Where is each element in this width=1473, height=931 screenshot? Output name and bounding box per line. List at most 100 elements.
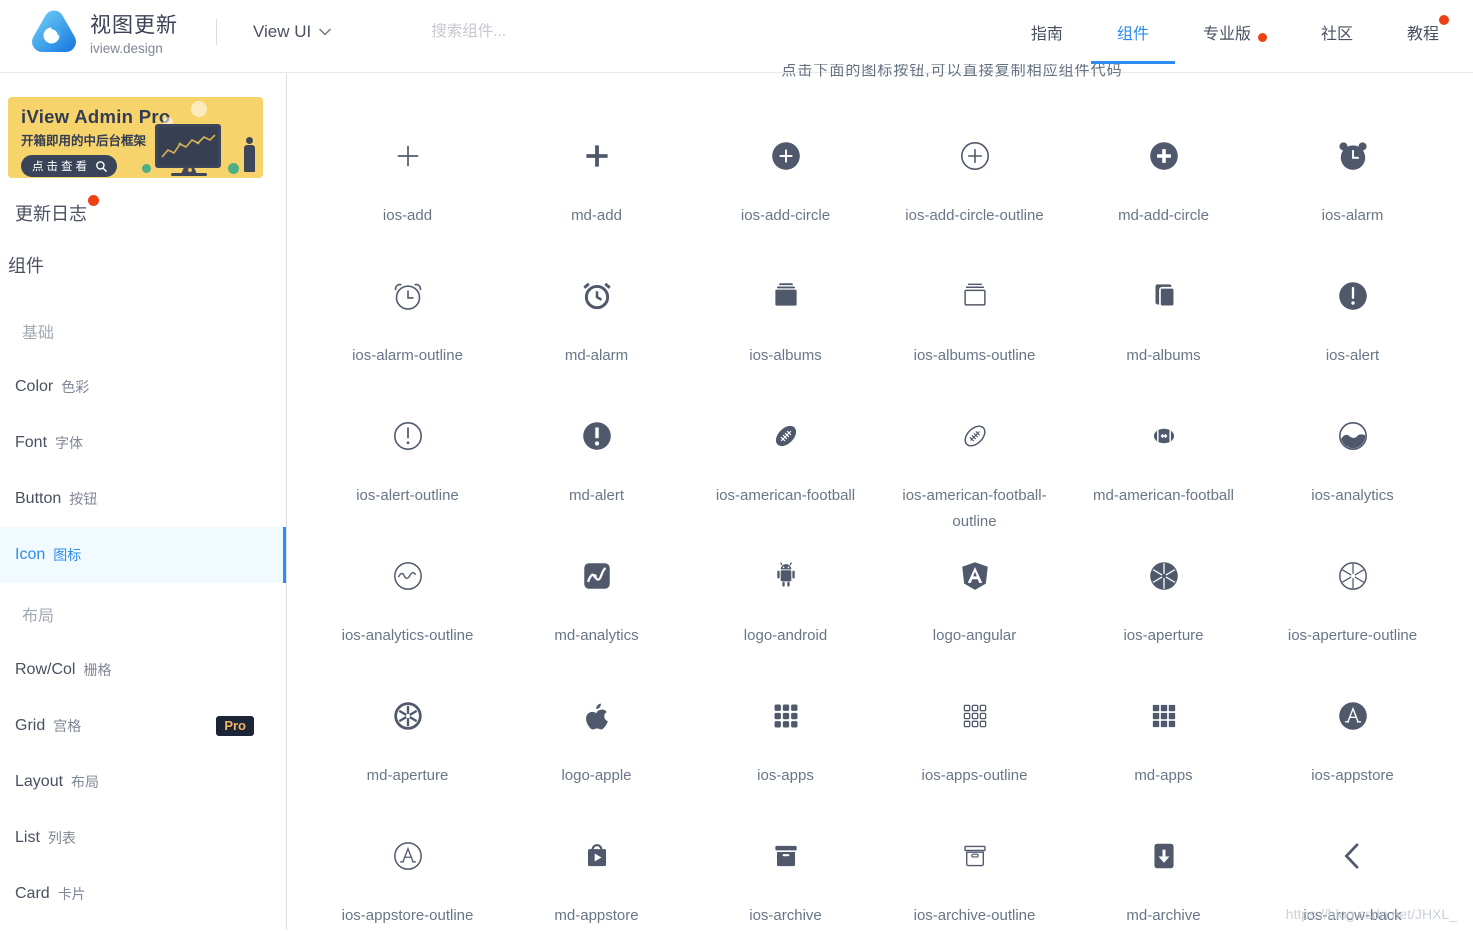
icon-cell-md-apps[interactable]: md-apps [1069,649,1258,789]
nav-item-社区[interactable]: 社区 [1321,0,1353,64]
icon-label: ios-aperture [1123,627,1204,644]
icon-cell-ios-add-circle-outline[interactable]: ios-add-circle-outline [880,89,1069,229]
ios-aperture-outline-icon [1336,559,1370,593]
nav-item-专业版[interactable]: 专业版 [1203,0,1267,64]
icon-cell-ios-aperture-outline[interactable]: ios-aperture-outline [1258,509,1447,649]
sidebar-item-changelog[interactable]: 更新日志 [0,192,286,234]
icon-label: ios-appstore [1311,767,1394,784]
icon-cell-md-archive[interactable]: md-archive [1069,789,1258,929]
admin-pro-banner[interactable]: iView Admin Pro 开箱即用的中后台框架 点击查看 [8,97,263,178]
icon-cell-md-aperture[interactable]: md-aperture [313,649,502,789]
magnifier-icon [96,160,107,172]
icon-label: ios-arrow-back [1303,907,1402,924]
icon-cell-ios-alarm[interactable]: ios-alarm [1258,89,1447,229]
icon-cell-md-american-football[interactable]: md-american-football [1069,369,1258,509]
icon-cell-ios-analytics[interactable]: ios-analytics [1258,369,1447,509]
icon-label: ios-archive-outline [913,907,1036,924]
icon-cell-md-alarm[interactable]: md-alarm [502,229,691,369]
iview-logo-icon [32,10,76,52]
banner-deco-circle [191,101,207,117]
icon-cell-logo-apple[interactable]: logo-apple [502,649,691,789]
icon-cell-ios-appstore[interactable]: ios-appstore [1258,649,1447,789]
monitor-base [171,173,207,176]
sidebar-item-font[interactable]: Font 字体 [0,415,286,471]
search-input[interactable] [431,23,732,41]
menu-item-zh: 栅格 [83,662,112,678]
icon-cell-ios-archive-outline[interactable]: ios-archive-outline [880,789,1069,929]
icon-label: logo-android [743,627,828,644]
icon-cell-ios-alarm-outline[interactable]: ios-alarm-outline [313,229,502,369]
icon-label: ios-aperture-outline [1287,627,1418,644]
icon-cell-ios-albums[interactable]: ios-albums [691,229,880,369]
changelog-red-dot [88,195,99,206]
banner-title: iView Admin Pro [21,106,171,127]
ios-alert-outline-icon [391,419,425,453]
icon-cell-ios-add-circle[interactable]: ios-add-circle [691,89,880,229]
banner-view-button[interactable]: 点击查看 [21,155,117,177]
icon-cell-ios-apps[interactable]: ios-apps [691,649,880,789]
logo[interactable]: 视图更新 iview.design [30,8,178,56]
sidebar-item-button[interactable]: Button 按钮 [0,471,286,527]
sidebar-item-row-col[interactable]: Row/Col 栅格 [0,642,286,698]
icon-cell-md-appstore[interactable]: md-appstore [502,789,691,929]
icon-cell-ios-apps-outline[interactable]: ios-apps-outline [880,649,1069,789]
sidebar-item-color[interactable]: Color 色彩 [0,359,286,415]
nav-item-label: 教程 [1406,26,1439,43]
logo-title: 视图更新 [90,13,178,37]
icon-label: md-albums [1126,347,1201,364]
icon-label: ios-add-circle [740,207,831,224]
icon-cell-md-alert[interactable]: md-alert [502,369,691,509]
icon-label: md-alert [568,487,624,504]
nav-item-教程[interactable]: 教程 [1406,0,1449,64]
ios-add-circle-outline-icon [958,139,992,173]
icon-label: ios-archive [749,907,822,924]
sidebar-item-list[interactable]: List 列表 [0,810,286,866]
ios-apps-icon [769,699,803,733]
ios-arrow-back-icon [1336,839,1370,873]
nav-item-指南[interactable]: 指南 [1031,0,1063,64]
nav-item-label: 专业版 [1202,26,1251,43]
sidebar-item-card[interactable]: Card 卡片 [0,866,286,922]
icon-label: md-appstore [554,907,639,924]
menu-item-en: Layout [15,773,64,790]
sidebar: iView Admin Pro 开箱即用的中后台框架 点击查看 更新日志 组件 … [0,73,287,930]
icon-cell-ios-archive[interactable]: ios-archive [691,789,880,929]
icon-cell-logo-android[interactable]: logo-android [691,509,880,649]
icon-cell-ios-analytics-outline[interactable]: ios-analytics-outline [313,509,502,649]
nav-item-组件[interactable]: 组件 [1117,0,1149,64]
md-analytics-icon [580,559,614,593]
sidebar-item-layout[interactable]: Layout 布局 [0,754,286,810]
icon-cell-ios-arrow-back[interactable]: ios-arrow-back [1258,789,1447,929]
icon-label: md-analytics [554,627,639,644]
sidebar-item-grid[interactable]: Grid 宫格 Pro [0,698,286,754]
icon-cell-ios-alert-outline[interactable]: ios-alert-outline [313,369,502,509]
icon-cell-md-add[interactable]: md-add [502,89,691,229]
ios-analytics-outline-icon [391,559,425,593]
icon-cell-md-albums[interactable]: md-albums [1069,229,1258,369]
icon-label: md-aperture [366,767,449,784]
icon-label: ios-alarm [1321,207,1384,224]
icon-cell-ios-alert[interactable]: ios-alert [1258,229,1447,369]
icon-cell-logo-angular[interactable]: logo-angular [880,509,1069,649]
icon-label: ios-analytics-outline [341,627,474,644]
md-archive-icon [1147,839,1181,873]
banner-button-label: 点击查看 [32,161,90,173]
md-aperture-icon [391,699,425,733]
icon-cell-ios-appstore-outline[interactable]: ios-appstore-outline [313,789,502,929]
md-american-football-icon [1147,419,1181,453]
version-dropdown[interactable]: View UI [253,22,332,42]
icon-cell-md-add-circle[interactable]: md-add-circle [1069,89,1258,229]
sidebar-item-icon[interactable]: Icon 图标 [0,527,286,583]
icon-cell-ios-albums-outline[interactable]: ios-albums-outline [880,229,1069,369]
md-add-icon [580,139,614,173]
ios-alert-icon [1336,279,1370,313]
icon-label: ios-albums-outline [913,347,1036,364]
icon-cell-md-analytics[interactable]: md-analytics [502,509,691,649]
icon-cell-ios-add[interactable]: ios-add [313,89,502,229]
person-illustration [244,145,255,172]
icon-cell-ios-american-football-outline[interactable]: ios-american-football-outline [880,369,1069,530]
icon-cell-ios-american-football[interactable]: ios-american-football [691,369,880,509]
plant-illustration [142,164,151,173]
ios-archive-icon [769,839,803,873]
icon-cell-ios-aperture[interactable]: ios-aperture [1069,509,1258,649]
